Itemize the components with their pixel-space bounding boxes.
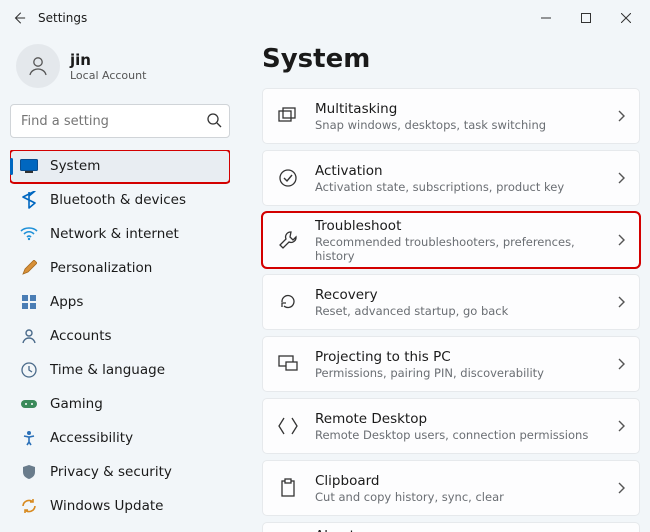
person-icon: [26, 54, 50, 78]
card-title: Remote Desktop: [315, 411, 601, 427]
nav-list: System Bluetooth & devices Network & int…: [10, 150, 230, 522]
minimize-icon: [541, 13, 551, 23]
sidebar-item-privacy[interactable]: Privacy & security: [10, 455, 230, 488]
card-troubleshoot[interactable]: TroubleshootRecommended troubleshooters,…: [262, 212, 640, 268]
chevron-right-icon: [617, 296, 625, 308]
sidebar-item-gaming[interactable]: Gaming: [10, 387, 230, 420]
chevron-right-icon: [617, 172, 625, 184]
maximize-button[interactable]: [566, 3, 606, 33]
chevron-right-icon: [617, 482, 625, 494]
search-icon: [206, 112, 222, 128]
clipboard-icon: [277, 477, 299, 499]
settings-list: MultitaskingSnap windows, desktops, task…: [262, 88, 640, 532]
wifi-icon: [20, 225, 38, 243]
card-remote-desktop[interactable]: Remote DesktopRemote Desktop users, conn…: [262, 398, 640, 454]
search-wrap: [10, 104, 230, 138]
sidebar-item-label: Personalization: [50, 260, 152, 276]
card-title: Activation: [315, 163, 601, 179]
card-multitasking[interactable]: MultitaskingSnap windows, desktops, task…: [262, 88, 640, 144]
card-title: Projecting to this PC: [315, 349, 601, 365]
sidebar-item-label: Accounts: [50, 328, 112, 344]
card-title: Recovery: [315, 287, 601, 303]
card-title: About: [315, 528, 601, 532]
apps-icon: [20, 293, 38, 311]
sidebar-item-accessibility[interactable]: Accessibility: [10, 421, 230, 454]
main-panel: System MultitaskingSnap windows, desktop…: [240, 36, 650, 532]
sidebar-item-label: Apps: [50, 294, 83, 310]
titlebar: Settings: [0, 0, 650, 36]
chevron-right-icon: [617, 234, 625, 246]
card-subtitle: Cut and copy history, sync, clear: [315, 490, 601, 504]
page-title: System: [262, 44, 640, 74]
gaming-icon: [20, 395, 38, 413]
close-icon: [621, 13, 631, 23]
troubleshoot-icon: [277, 229, 299, 251]
sidebar-item-label: Windows Update: [50, 498, 163, 514]
card-subtitle: Snap windows, desktops, task switching: [315, 118, 601, 132]
remote-desktop-icon: [277, 415, 299, 437]
sidebar-item-label: System: [50, 158, 100, 174]
projecting-icon: [277, 353, 299, 375]
card-title: Clipboard: [315, 473, 601, 489]
sidebar-item-apps[interactable]: Apps: [10, 286, 230, 319]
account-name: jin: [70, 51, 146, 69]
back-button[interactable]: [4, 3, 34, 33]
card-projecting[interactable]: Projecting to this PCPermissions, pairin…: [262, 336, 640, 392]
back-arrow-icon: [12, 11, 26, 25]
sidebar-item-label: Network & internet: [50, 226, 179, 242]
sidebar-item-system[interactable]: System: [10, 150, 230, 183]
close-button[interactable]: [606, 3, 646, 33]
card-title: Multitasking: [315, 101, 601, 117]
sidebar-item-label: Gaming: [50, 396, 103, 412]
card-subtitle: Reset, advanced startup, go back: [315, 304, 601, 318]
sidebar: jin Local Account System Bluetooth & dev…: [0, 36, 240, 532]
recovery-icon: [277, 291, 299, 313]
window-title: Settings: [38, 11, 87, 25]
shield-icon: [20, 463, 38, 481]
accounts-icon: [20, 327, 38, 345]
card-subtitle: Recommended troubleshooters, preferences…: [315, 235, 601, 263]
card-about[interactable]: AboutDevice specifications, rename PC, W…: [262, 522, 640, 532]
chevron-right-icon: [617, 420, 625, 432]
multitasking-icon: [277, 105, 299, 127]
sidebar-item-accounts[interactable]: Accounts: [10, 320, 230, 353]
card-title: Troubleshoot: [315, 218, 601, 234]
maximize-icon: [581, 13, 591, 23]
avatar: [16, 44, 60, 88]
system-icon: [20, 157, 38, 175]
account-type: Local Account: [70, 69, 146, 82]
sidebar-item-label: Accessibility: [50, 430, 133, 446]
chevron-right-icon: [617, 110, 625, 122]
sidebar-item-bluetooth[interactable]: Bluetooth & devices: [10, 184, 230, 217]
paintbrush-icon: [20, 259, 38, 277]
sidebar-item-network[interactable]: Network & internet: [10, 218, 230, 251]
activation-icon: [277, 167, 299, 189]
card-activation[interactable]: ActivationActivation state, subscription…: [262, 150, 640, 206]
sidebar-item-label: Time & language: [50, 362, 165, 378]
card-recovery[interactable]: RecoveryReset, advanced startup, go back: [262, 274, 640, 330]
sidebar-item-label: Privacy & security: [50, 464, 172, 480]
sidebar-item-update[interactable]: Windows Update: [10, 489, 230, 522]
sidebar-item-personalization[interactable]: Personalization: [10, 252, 230, 285]
search-input[interactable]: [10, 104, 230, 138]
sidebar-item-time[interactable]: Time & language: [10, 353, 230, 386]
bluetooth-icon: [20, 191, 38, 209]
clock-icon: [20, 361, 38, 379]
update-icon: [20, 497, 38, 515]
card-subtitle: Permissions, pairing PIN, discoverabilit…: [315, 366, 601, 380]
card-clipboard[interactable]: ClipboardCut and copy history, sync, cle…: [262, 460, 640, 516]
card-subtitle: Activation state, subscriptions, product…: [315, 180, 601, 194]
account-block[interactable]: jin Local Account: [10, 40, 230, 100]
sidebar-item-label: Bluetooth & devices: [50, 192, 186, 208]
accessibility-icon: [20, 429, 38, 447]
chevron-right-icon: [617, 358, 625, 370]
minimize-button[interactable]: [526, 3, 566, 33]
card-subtitle: Remote Desktop users, connection permiss…: [315, 428, 601, 442]
